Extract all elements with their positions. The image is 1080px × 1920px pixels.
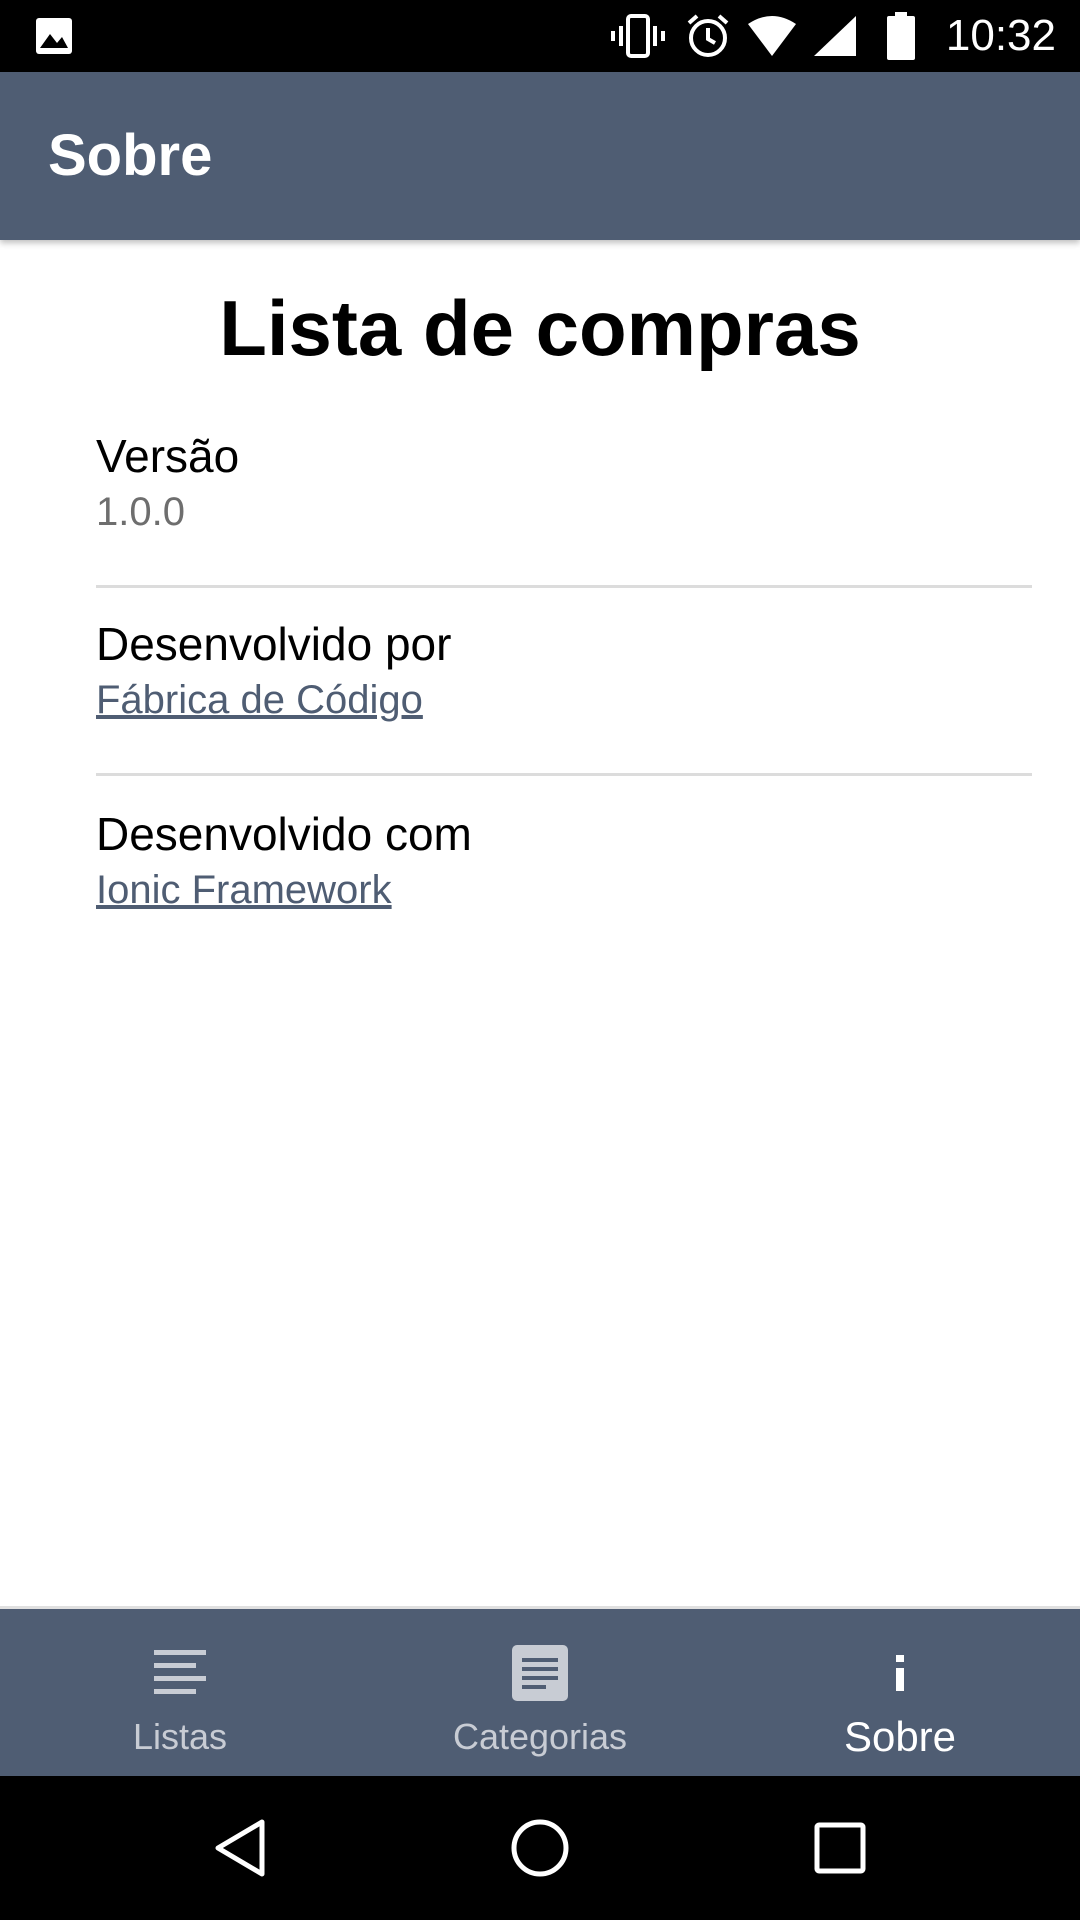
framework-item: Desenvolvido com Ionic Framework — [96, 806, 1032, 918]
version-label: Versão — [96, 430, 240, 482]
battery-icon — [886, 0, 916, 72]
tab-label: Sobre — [843, 1713, 957, 1760]
framework-link[interactable]: Ionic Framework — [96, 862, 392, 918]
wifi-icon — [746, 0, 798, 72]
alarm-icon — [684, 0, 732, 72]
developer-item: Desenvolvido por Fábrica de Código — [96, 616, 1032, 728]
signal-icon — [812, 0, 858, 72]
framework-label: Desenvolvido com — [96, 808, 472, 860]
divider — [96, 585, 1032, 588]
document-icon — [360, 1645, 720, 1701]
status-bar: 10:32 — [0, 0, 1080, 72]
home-icon[interactable] — [480, 1776, 600, 1920]
tab-label: Listas — [132, 1716, 228, 1757]
tab-bar: Listas Categorias Sobre — [0, 1606, 1080, 1776]
recents-icon[interactable] — [780, 1776, 900, 1920]
divider — [96, 773, 1032, 776]
back-icon[interactable] — [180, 1776, 300, 1920]
system-nav-bar — [0, 1776, 1080, 1920]
version-item: Versão 1.0.0 — [96, 428, 1032, 540]
list-icon — [0, 1645, 360, 1701]
about-content: Lista de compras Versão 1.0.0 Desenvolvi… — [0, 240, 1080, 1606]
page-title: Sobre — [48, 123, 213, 188]
tab-sobre[interactable]: Sobre — [720, 1609, 1080, 1776]
header-toolbar: Sobre — [0, 72, 1080, 240]
tab-listas[interactable]: Listas — [0, 1609, 360, 1776]
developer-link[interactable]: Fábrica de Código — [96, 672, 423, 728]
developer-label: Desenvolvido por — [96, 618, 452, 670]
vibrate-icon — [608, 0, 668, 72]
image-icon — [34, 0, 74, 72]
tab-categorias[interactable]: Categorias — [360, 1609, 720, 1776]
tab-label: Categorias — [452, 1716, 628, 1757]
app-name-heading: Lista de compras — [219, 284, 861, 372]
status-time: 10:32 — [945, 11, 1056, 60]
info-icon — [720, 1645, 1080, 1701]
version-value: 1.0.0 — [96, 490, 185, 534]
